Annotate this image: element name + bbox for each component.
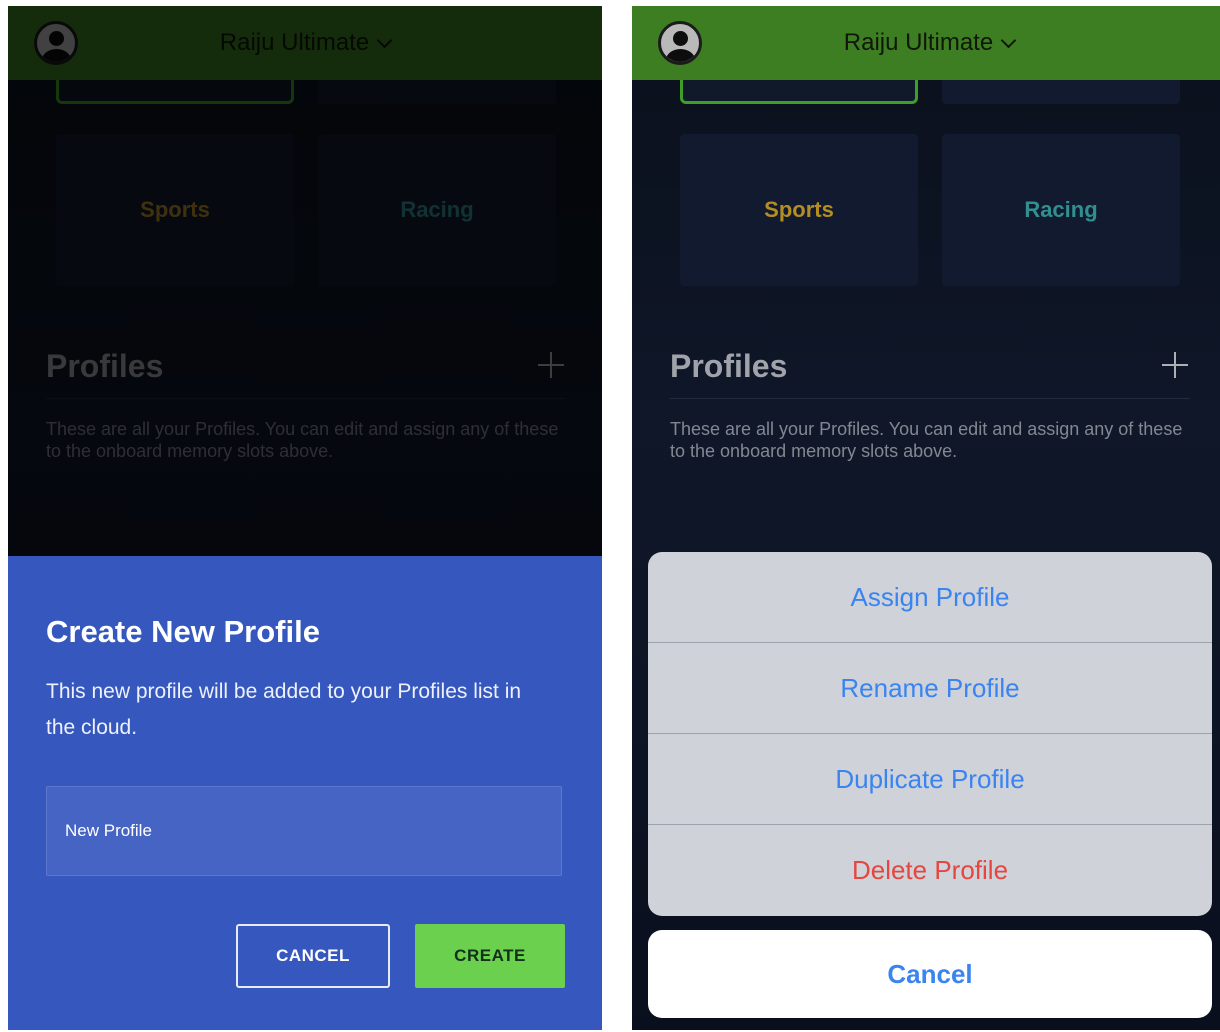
rename-profile-action[interactable]: Rename Profile <box>648 643 1212 734</box>
action-sheet: Assign Profile Rename Profile Duplicate … <box>648 552 1212 916</box>
duplicate-profile-action[interactable]: Duplicate Profile <box>648 734 1212 825</box>
assign-profile-action[interactable]: Assign Profile <box>648 552 1212 643</box>
create-profile-dialog: Create New Profile This new profile will… <box>8 556 602 1030</box>
create-profile-screen: Raiju Ultimate Sports Racing Profiles Th… <box>8 6 602 1030</box>
cancel-button[interactable]: CANCEL <box>236 924 390 988</box>
profile-name-input[interactable] <box>46 786 562 876</box>
action-sheet-cancel-button[interactable]: Cancel <box>648 930 1212 1018</box>
dialog-title: Create New Profile <box>46 614 320 649</box>
profile-actions-screen: Raiju Ultimate Sports Racing Profiles Th… <box>632 6 1220 1030</box>
delete-profile-action[interactable]: Delete Profile <box>648 825 1212 916</box>
create-button[interactable]: CREATE <box>415 924 565 988</box>
dialog-message: This new profile will be added to your P… <box>46 680 522 739</box>
